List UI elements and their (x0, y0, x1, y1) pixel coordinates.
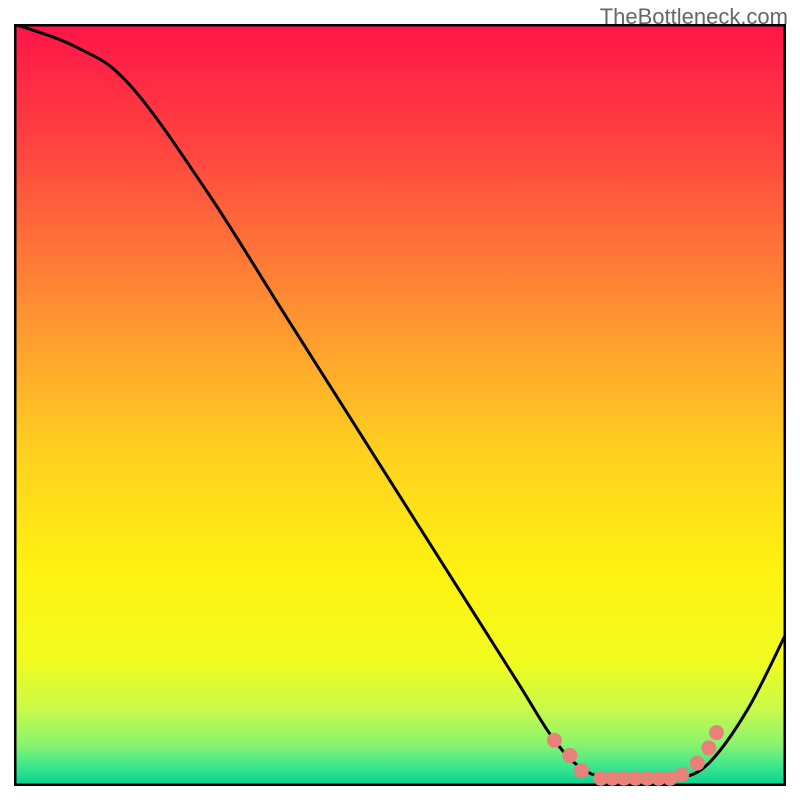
data-marker (562, 748, 577, 763)
attribution-text: TheBottleneck.com (600, 4, 788, 30)
data-marker (701, 740, 716, 755)
chart-canvas (14, 24, 786, 786)
data-marker (547, 733, 562, 748)
data-marker (674, 767, 689, 782)
data-marker (709, 725, 724, 740)
data-marker (690, 756, 705, 771)
data-marker (574, 763, 589, 778)
chart-background (14, 24, 786, 786)
bottleneck-chart (14, 24, 786, 786)
